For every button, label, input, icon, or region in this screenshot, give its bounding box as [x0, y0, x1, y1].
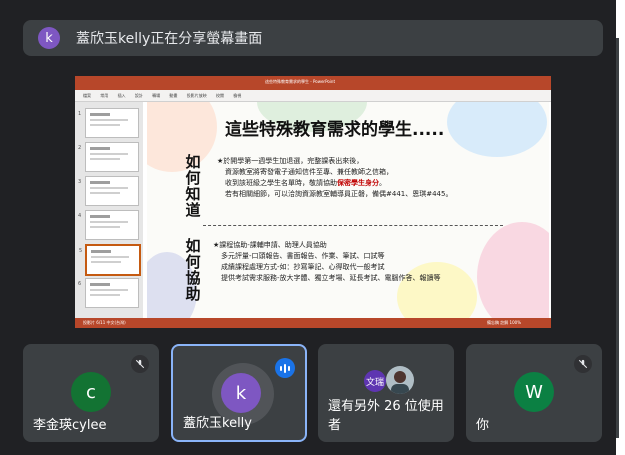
thumbnail-number: 6 [78, 281, 82, 287]
shared-screen[interactable]: 這些特殊教育需求的學生 - PowerPoint 檔案 常用 插入 設計 轉場 … [75, 76, 551, 328]
ribbon-tab: 投影片放映 [186, 93, 207, 98]
powerpoint-titlebar: 這些特殊教育需求的學生 - PowerPoint [75, 76, 551, 90]
right-panel-edge [616, 0, 625, 455]
other-participants-tile[interactable]: 文瑞 還有另外 26 位使用者 [318, 344, 454, 442]
ribbon-tab: 轉場 [152, 93, 161, 98]
slide-title: 這些特殊教育需求的學生..... [225, 120, 445, 140]
thumbnail-number: 1 [78, 111, 82, 117]
sharing-banner-text: 蓋欣玉kelly正在分享螢幕畫面 [76, 31, 263, 47]
ribbon-tab: 設計 [134, 93, 143, 98]
section-how-to-help-text: ★課程協助-課輔申請、助理人員協助 多元評量-口頭報告、書面報告、作業、筆試、口… [213, 240, 441, 284]
user-photo-icon [386, 366, 414, 394]
avatar: c [71, 372, 111, 412]
slide-thumbnail-selected: 5 [79, 244, 141, 276]
ribbon-tab: 校閱 [215, 93, 224, 98]
presenter-avatar: k [38, 27, 60, 49]
bullet-line: ★於開學第一週學生加退選，完整課表出來後， [217, 157, 364, 165]
mic-off-icon [574, 355, 592, 373]
participant-name: 你 [476, 418, 490, 433]
speaking-indicator-icon [275, 358, 295, 378]
participant-name: 蓋欣玉kelly [183, 416, 252, 431]
ribbon-tab: 檔案 [83, 93, 91, 98]
slide-thumbnail: 4 [78, 210, 139, 240]
participant-tile-active-speaker[interactable]: k 蓋欣玉kelly [171, 344, 307, 442]
thumbnail-number: 5 [79, 248, 83, 254]
slide-thumbnail: 6 [78, 278, 139, 308]
ribbon-tab: 動畫 [169, 93, 178, 98]
bullet-line: 資源教室將寄發電子通知信件至專、兼任教師之信箱， [225, 168, 393, 176]
mic-off-icon [131, 355, 149, 373]
avatar: 文瑞 [364, 370, 386, 392]
slide-thumbnail: 1 [78, 108, 139, 138]
slide-thumbnail: 2 [78, 142, 139, 172]
slide-canvas: 這些特殊教育需求的學生..... 如何知道 ★於開學第一週學生加退選，完整課表出… [147, 102, 549, 318]
window-title: 這些特殊教育需求的學生 - PowerPoint [265, 79, 336, 84]
bullet-line: ★課程協助-課輔申請、助理人員協助 [213, 241, 327, 249]
participant-name: 李金瑛cylee [33, 418, 107, 433]
avatar: W [514, 372, 554, 412]
slide-thumbnail-pane: 1 2 3 4 5 6 [75, 102, 143, 318]
thumbnail-number: 3 [78, 179, 82, 185]
thumbnail-number: 4 [78, 213, 82, 219]
ribbon-tab: 檢視 [233, 93, 242, 98]
participant-tile[interactable]: c 李金瑛cylee [23, 344, 159, 442]
section-label-how-to-know: 如何知道 [185, 153, 201, 219]
sharing-banner: k 蓋欣玉kelly正在分享螢幕畫面 [23, 20, 603, 56]
status-left: 投影片 6/11 中文(台灣) [83, 320, 126, 325]
ribbon-tab: 插入 [117, 93, 126, 98]
status-right: 備忘稿 註解 100% [487, 320, 521, 325]
powerpoint-ribbon: 檔案 常用 插入 設計 轉場 動畫 投影片放映 校閱 檢視 [75, 90, 551, 102]
highlight-text: 保密學生身分 [337, 179, 379, 187]
participant-name: 還有另外 26 位使用者 [328, 399, 444, 433]
section-label-how-to-help: 如何協助 [185, 237, 201, 303]
bullet-line: 提供考試需求服務-放大字體、獨立考場、延長考試、電腦作答、報讀等 [221, 274, 441, 282]
participant-tile-self[interactable]: W 你 [466, 344, 602, 442]
slide-thumbnail: 3 [78, 176, 139, 206]
bullet-line: 若有相關細節，可以洽詢資源教室輔導員正磐，備偶#441、恩琪#445。 [225, 190, 453, 198]
thumbnail-number: 2 [78, 145, 82, 151]
powerpoint-statusbar: 投影片 6/11 中文(台灣) 備忘稿 註解 100% [75, 318, 551, 328]
dashed-divider [203, 225, 503, 226]
bullet-line: 收到該班級之學生名單時，敬請協助保密學生身分。 [225, 179, 386, 187]
ribbon-tab: 常用 [100, 93, 109, 98]
avatar: k [221, 373, 261, 413]
bullet-line: 成績課程處理方式-如：抄寫筆記、心得取代一般考試 [221, 263, 385, 271]
bullet-line: 多元評量-口頭報告、書面報告、作業、筆試、口試等 [221, 252, 385, 260]
section-how-to-know-text: ★於開學第一週學生加退選，完整課表出來後， 資源教室將寄發電子通知信件至專、兼任… [217, 156, 452, 200]
